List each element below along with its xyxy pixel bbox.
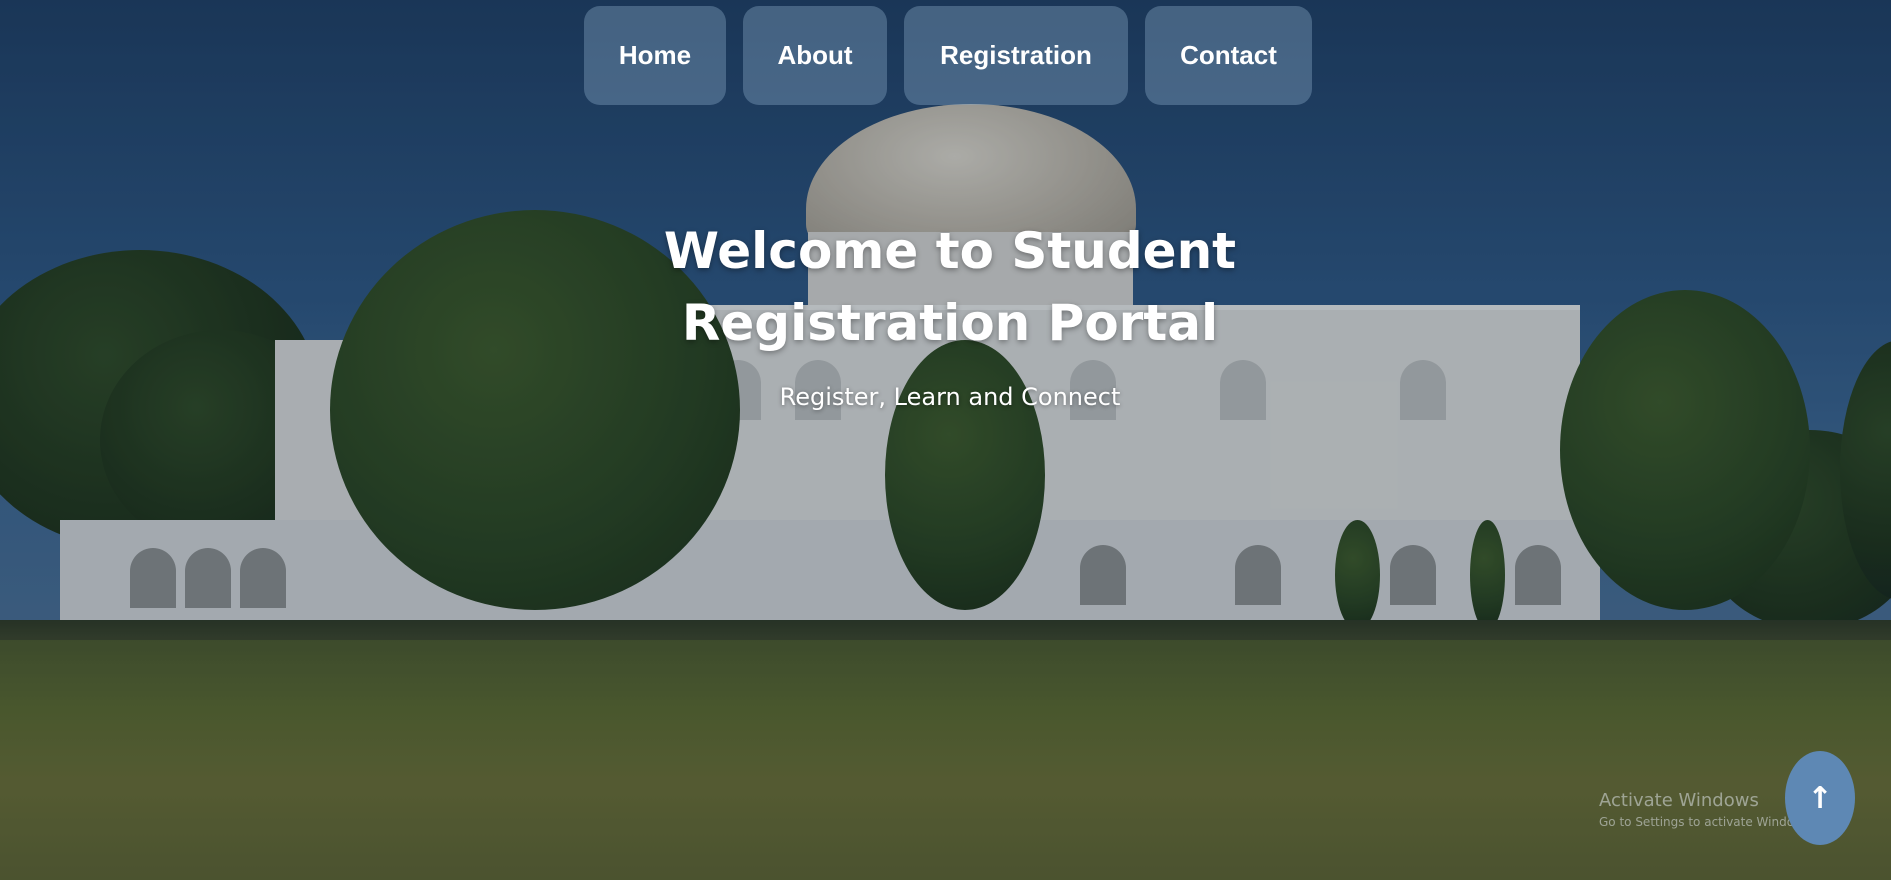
main-nav: Home About Registration Contact: [584, 6, 1312, 105]
nav-registration-button[interactable]: Registration: [904, 6, 1128, 105]
nav-home-button[interactable]: Home: [584, 6, 726, 105]
windows-activation-watermark: Activate Windows Go to Settings to activ…: [1599, 790, 1814, 829]
page: Home About Registration Contact Welcome …: [0, 0, 1891, 880]
arrow-up-icon: ↑: [1807, 780, 1833, 816]
watermark-subtitle: Go to Settings to activate Windows.: [1599, 815, 1814, 829]
hero-section: Welcome to Student Registration Portal R…: [500, 215, 1400, 411]
nav-contact-button[interactable]: Contact: [1145, 6, 1312, 105]
back-to-top-button[interactable]: ↑: [1785, 751, 1855, 845]
nav-about-button[interactable]: About: [743, 6, 887, 105]
hero-subtitle: Register, Learn and Connect: [779, 383, 1121, 411]
watermark-title: Activate Windows: [1599, 790, 1759, 811]
hero-overlay: [0, 0, 1891, 880]
hero-title: Welcome to Student Registration Portal: [663, 222, 1237, 352]
